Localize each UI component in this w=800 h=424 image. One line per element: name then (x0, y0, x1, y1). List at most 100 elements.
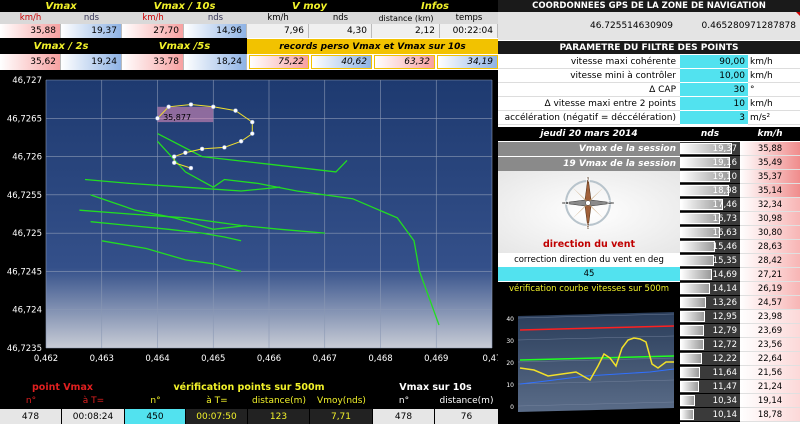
param-label: vitesse maxi cohérente (498, 55, 680, 69)
param-unit: km/h (748, 55, 800, 69)
session-date: jeudi 20 mars 2014 (498, 127, 680, 141)
nds-value: 11,47 (712, 381, 737, 392)
list-item-kmh: 35,37 (740, 170, 800, 184)
x-tick-label: 0,468 (368, 354, 392, 364)
param-input[interactable]: 90,00 (680, 55, 748, 69)
mini-y-tick: 40 (506, 316, 514, 323)
param-label: vitesse mini à contrôler (498, 69, 680, 83)
vmax-kmh-value: 35,88 (0, 24, 61, 38)
verif-curve-title: vérification courbe vitesses sur 500m (498, 282, 680, 296)
sub-kmh: km/h (122, 12, 184, 24)
nds-value: 13,26 (712, 297, 737, 308)
list-item-nds: 12,79 (680, 324, 740, 338)
list-item-kmh: 24,57 (740, 296, 800, 310)
gps-point (183, 150, 188, 155)
header-infos: Infos (372, 0, 498, 12)
gps-point (166, 104, 171, 110)
param-input[interactable]: 30 (680, 83, 748, 97)
compass-rose-icon: N E S O (561, 176, 615, 230)
nds-bar (680, 395, 696, 406)
verif-point-n-input[interactable]: 450 (125, 409, 185, 424)
vmax10-distance: 76 (435, 409, 498, 424)
list-item-kmh: 21,56 (740, 366, 800, 380)
sub-n: n° (125, 394, 186, 408)
mini-y-tick: 30 (506, 338, 514, 345)
list-item-nds: 12,22 (680, 352, 740, 366)
wind-corr-input[interactable]: 45 (498, 267, 680, 281)
sub-at: à T= (186, 394, 248, 408)
nds-bar (680, 241, 715, 252)
compass-e: E (607, 200, 611, 207)
x-tick-label: 0,462 (34, 354, 58, 364)
compass-n: N (586, 177, 591, 184)
gps-point (155, 116, 160, 121)
header-vmax10: Vmax / 10s (122, 0, 247, 12)
nds-value: 12,95 (712, 311, 737, 322)
sub-n: n° (373, 394, 435, 408)
sub-vmoy: Vmoy(nds) (310, 394, 373, 408)
param-label: Δ CAP (498, 83, 680, 97)
compass-o: O (565, 200, 570, 207)
list-item-kmh: 30,98 (740, 212, 800, 226)
records-title: records perso Vmax et Vmax sur 10s (247, 39, 498, 54)
nds-bar (680, 339, 704, 350)
vmoy-nds-value: 4,30 (309, 24, 372, 38)
header-vmax: Vmax (0, 0, 122, 12)
gps-point (222, 145, 227, 150)
list-item-nds: 12,95 (680, 310, 740, 324)
nds-value: 10,14 (712, 409, 737, 420)
list-item-nds: 19,10 (680, 170, 740, 184)
nds-value: 16,63 (712, 227, 737, 238)
param-input[interactable]: 10,00 (680, 69, 748, 83)
gps-point (199, 146, 205, 152)
distance-value: 2,12 (372, 24, 440, 38)
sub-n: n° (0, 394, 62, 408)
list-item-nds: 15,46 (680, 240, 740, 254)
list-item-nds: 18,98 (680, 184, 740, 198)
vmax10-kmh-value: 27,70 (122, 24, 184, 38)
list-item-nds: 13,26 (680, 296, 740, 310)
nds-value: 19,10 (712, 171, 737, 182)
sub-distance: distance (km) (372, 12, 440, 24)
sub-kmh: km/h (0, 12, 61, 24)
gps-point (250, 131, 255, 136)
record-vmax-nds: 40,62 (311, 55, 372, 69)
y-tick-label: 46,7245 (7, 267, 42, 277)
vmax2s-nds-value: 19,24 (61, 54, 122, 70)
nds-bar (680, 311, 705, 322)
vmax19-session-label: 19 Vmax de la session (498, 157, 680, 171)
verif-distance: 123 (248, 409, 309, 424)
verif-point-time: 00:07:50 (186, 409, 247, 424)
param-label: Δ vitesse maxi entre 2 points (498, 97, 680, 111)
gps-point (171, 154, 177, 159)
nds-value: 19,16 (712, 157, 737, 168)
gps-point (250, 119, 255, 125)
list-item-kmh: 23,98 (740, 310, 800, 324)
list-item-kmh: 35,49 (740, 156, 800, 170)
list-item-kmh: 18,78 (740, 408, 800, 422)
y-tick-label: 46,7255 (7, 191, 42, 201)
param-input[interactable]: 3 (680, 111, 748, 125)
x-tick-label: 0,463 (90, 354, 114, 364)
list-item-nds: 11,64 (680, 366, 740, 380)
list-item-kmh: 35,88 (740, 142, 800, 156)
nds-value: 12,72 (712, 339, 737, 350)
list-item-kmh: 32,34 (740, 198, 800, 212)
nds-bar (680, 283, 710, 294)
record-vmax10-nds: 34,19 (437, 55, 498, 69)
vmoy-kmh-value: 7,96 (247, 24, 309, 38)
nds-bar (680, 353, 703, 364)
list-item-nds: 19,37 (680, 142, 740, 156)
nds-bar (680, 269, 712, 280)
list-item-kmh: 28,63 (740, 240, 800, 254)
nds-value: 14,69 (712, 269, 737, 280)
y-tick-label: 46,727 (12, 76, 42, 86)
nds-value: 14,14 (712, 283, 737, 294)
vmax2s-kmh-value: 35,62 (0, 54, 61, 70)
list-item-kmh: 22,64 (740, 352, 800, 366)
param-input[interactable]: 10 (680, 97, 748, 111)
sub-kmh: km/h (247, 12, 309, 24)
header-vmoy: V moy (247, 0, 372, 12)
gps-point (188, 165, 194, 171)
gps-point (211, 104, 216, 110)
